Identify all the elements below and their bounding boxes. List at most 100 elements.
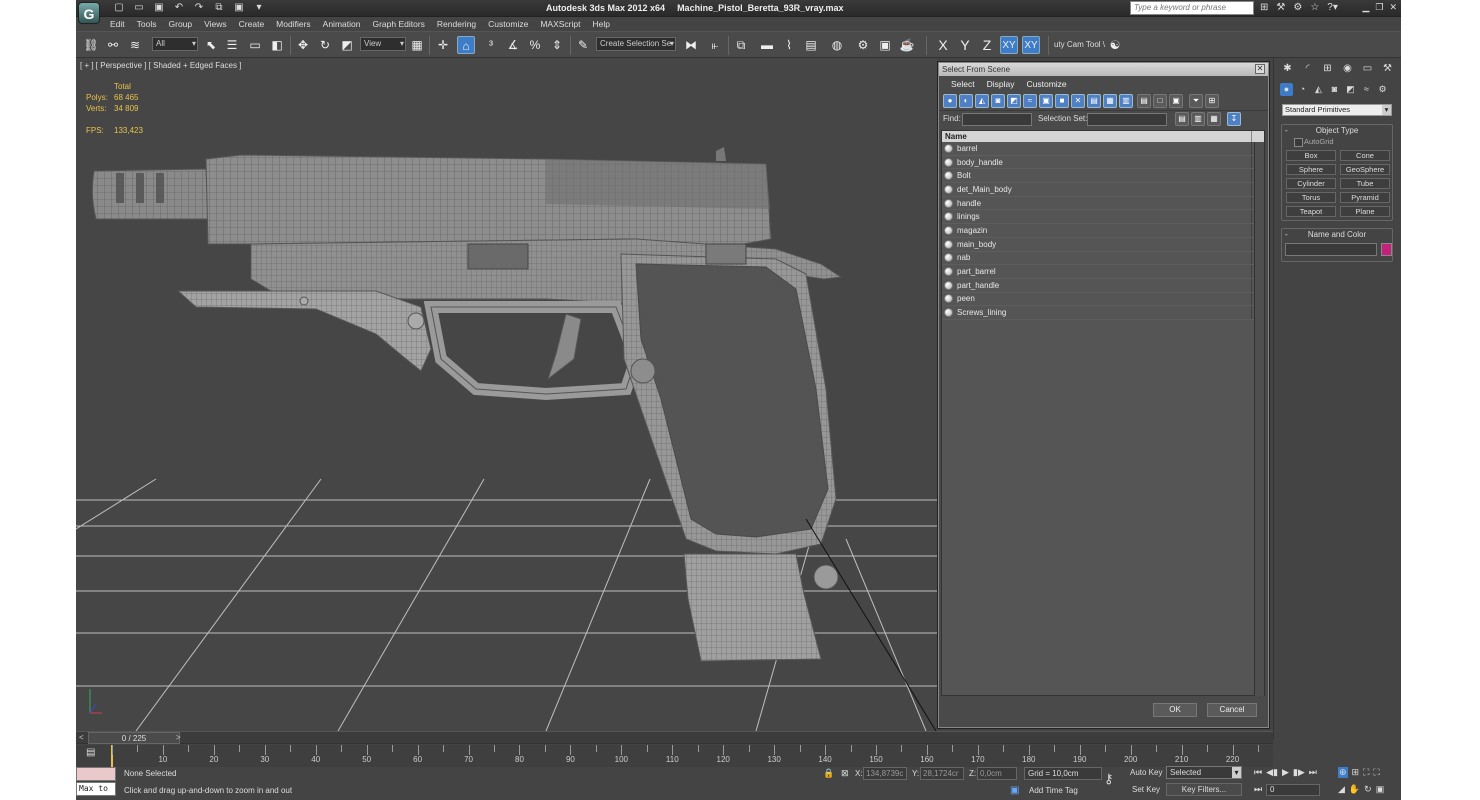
axis-xy-cycle-button[interactable]: XY: [1022, 36, 1040, 54]
filter-cameras-icon[interactable]: ◙: [991, 94, 1005, 108]
object-type-title[interactable]: Object Type: [1282, 125, 1392, 136]
maxscript-listener-top[interactable]: [76, 767, 116, 781]
selection-set-edit-icon[interactable]: ▦: [1207, 112, 1221, 126]
named-selection-set-dropdown[interactable]: Create Selection Se: [596, 37, 676, 51]
lock-selection-icon[interactable]: 🔒: [823, 768, 834, 779]
filter-geometry-icon[interactable]: ●: [943, 94, 957, 108]
save-icon[interactable]: ▣: [152, 1, 166, 14]
hold-icon[interactable]: ⧉: [212, 1, 226, 14]
keyboard-shortcut-override-icon[interactable]: ⌂: [457, 36, 475, 54]
orbit-icon[interactable]: ↻: [1364, 784, 1372, 795]
helpers-icon[interactable]: ◩: [1344, 83, 1357, 96]
absolute-mode-icon[interactable]: ⊠: [841, 768, 849, 779]
percent-snap-icon[interactable]: %: [526, 36, 544, 54]
menu-animation[interactable]: Animation: [317, 17, 367, 31]
list-item[interactable]: barrel: [942, 142, 1264, 156]
find-mode-icon[interactable]: ↧: [1227, 112, 1241, 126]
perspective-viewport[interactable]: [ + ] [ Perspective ] [ Shaded + Edged F…: [76, 59, 938, 731]
add-time-tag-button[interactable]: Add Time Tag: [1029, 786, 1078, 795]
render-production-icon[interactable]: ☕: [898, 36, 916, 54]
filter-xrefs-icon[interactable]: ■: [1055, 94, 1069, 108]
help-search-input[interactable]: Type a keyword or phrase: [1130, 1, 1254, 15]
autogrid-checkbox[interactable]: AutoGrid: [1282, 136, 1392, 147]
sphere-button[interactable]: Sphere: [1286, 164, 1336, 175]
cone-button[interactable]: Cone: [1340, 150, 1390, 161]
menu-help[interactable]: Help: [586, 17, 615, 31]
auto-key-button[interactable]: Auto Key: [1130, 768, 1162, 777]
dialog-title-bar[interactable]: Select From Scene ✕: [939, 63, 1268, 76]
bind-spacewarp-icon[interactable]: ≋: [126, 36, 144, 54]
trackbar-menu-icon[interactable]: ▤: [86, 747, 95, 758]
geometry-icon[interactable]: ●: [1280, 83, 1293, 96]
display-none-icon[interactable]: □: [1153, 94, 1167, 108]
list-item[interactable]: body_handle: [942, 155, 1264, 170]
shapes-icon[interactable]: ◔: [1296, 83, 1309, 96]
filter-helpers-icon[interactable]: ◩: [1007, 94, 1021, 108]
list-item[interactable]: handle: [942, 196, 1264, 211]
key-filters-button[interactable]: Key Filters...: [1166, 783, 1242, 796]
display-tab-icon[interactable]: ▭: [1360, 62, 1375, 76]
create-tab-icon[interactable]: ✱: [1280, 62, 1295, 76]
category-dropdown[interactable]: Standard Primitives: [1282, 104, 1392, 116]
z-coord-field[interactable]: 0,0cm: [977, 767, 1017, 780]
object-color-swatch[interactable]: [1381, 243, 1392, 256]
menu-tools[interactable]: Tools: [131, 17, 163, 31]
name-color-title[interactable]: Name and Color: [1282, 229, 1392, 240]
reference-coord-dropdown[interactable]: View: [360, 37, 406, 51]
cameras-icon[interactable]: ◙: [1328, 83, 1341, 96]
filter-groups-icon[interactable]: ▣: [1039, 94, 1053, 108]
axis-xy-button[interactable]: XY: [1000, 36, 1018, 54]
next-frame-icon[interactable]: ▮▶: [1293, 767, 1305, 778]
list-item[interactable]: linings: [942, 210, 1264, 225]
mirror-icon[interactable]: ⧓: [682, 36, 700, 54]
tube-button[interactable]: Tube: [1340, 178, 1390, 189]
menu-edit[interactable]: Edit: [104, 17, 131, 31]
hierarchy-icon[interactable]: ⊞: [1205, 94, 1219, 108]
x-coord-field[interactable]: 134,8739c: [863, 767, 907, 780]
filter-hidden-icon[interactable]: ▥: [1119, 94, 1133, 108]
display-all-icon[interactable]: ▤: [1137, 94, 1151, 108]
minimize-icon[interactable]: ▁: [1362, 2, 1369, 13]
maxscript-listener-input[interactable]: Max to: [76, 782, 116, 796]
scale-icon[interactable]: ◩: [338, 36, 356, 54]
select-object-icon[interactable]: ⬉: [202, 36, 220, 54]
time-tag-icon[interactable]: ▣: [1010, 785, 1019, 796]
viewport-label[interactable]: [ + ] [ Perspective ] [ Shaded + Edged F…: [80, 61, 241, 70]
object-name-input[interactable]: [1285, 243, 1377, 256]
field-of-view-icon[interactable]: ◢: [1338, 784, 1345, 795]
selection-filter-dropdown[interactable]: All: [152, 37, 198, 51]
menu-customize[interactable]: Customize: [482, 17, 534, 31]
list-item[interactable]: Bolt: [942, 169, 1264, 184]
display-invert-icon[interactable]: ▣: [1169, 94, 1183, 108]
render-setup-icon[interactable]: ⚙: [854, 36, 872, 54]
cam-tool-label[interactable]: uty Cam Tool \: [1054, 40, 1105, 49]
pyramid-button[interactable]: Pyramid: [1340, 192, 1390, 203]
close-icon[interactable]: ✕: [1389, 2, 1397, 13]
key-selection-dropdown[interactable]: Selected: [1166, 766, 1242, 779]
pan-icon[interactable]: ✋: [1349, 784, 1360, 795]
list-item[interactable]: magazin: [942, 224, 1264, 238]
schematic-view-icon[interactable]: ▤: [802, 36, 820, 54]
angle-snap-icon[interactable]: ∡: [504, 36, 522, 54]
select-manipulate-icon[interactable]: ✛: [434, 36, 452, 54]
y-coord-field[interactable]: 28,1724cr: [920, 767, 964, 780]
list-item[interactable]: det_Main_body: [942, 183, 1264, 197]
hierarchy-tab-icon[interactable]: ⊞: [1320, 62, 1335, 76]
time-slider[interactable]: < 0 / 225 >: [76, 731, 1273, 744]
maximize-viewport-icon[interactable]: ▣: [1376, 784, 1385, 795]
selection-set-remove-icon[interactable]: ▥: [1191, 112, 1205, 126]
edit-named-selection-icon[interactable]: ✎: [574, 36, 592, 54]
list-header-name[interactable]: Name: [942, 131, 1264, 142]
dialog-close-icon[interactable]: ✕: [1255, 64, 1265, 74]
selection-set-dropdown[interactable]: [1087, 113, 1167, 126]
prev-frame-icon[interactable]: ◀▮: [1266, 767, 1278, 778]
key-mode-icon[interactable]: ⏭: [1254, 784, 1262, 795]
geosphere-button[interactable]: GeoSphere: [1340, 164, 1390, 175]
lights-icon[interactable]: ◭: [1312, 83, 1325, 96]
zoom-extents-icon[interactable]: ⛶: [1363, 767, 1369, 778]
rect-selection-icon[interactable]: ▭: [246, 36, 264, 54]
cam-tool-icon[interactable]: ☯: [1106, 36, 1124, 54]
utilities-tab-icon[interactable]: ⚒: [1380, 62, 1395, 76]
dialog-menu-display[interactable]: Display: [981, 76, 1021, 92]
motion-tab-icon[interactable]: ◉: [1340, 62, 1355, 76]
